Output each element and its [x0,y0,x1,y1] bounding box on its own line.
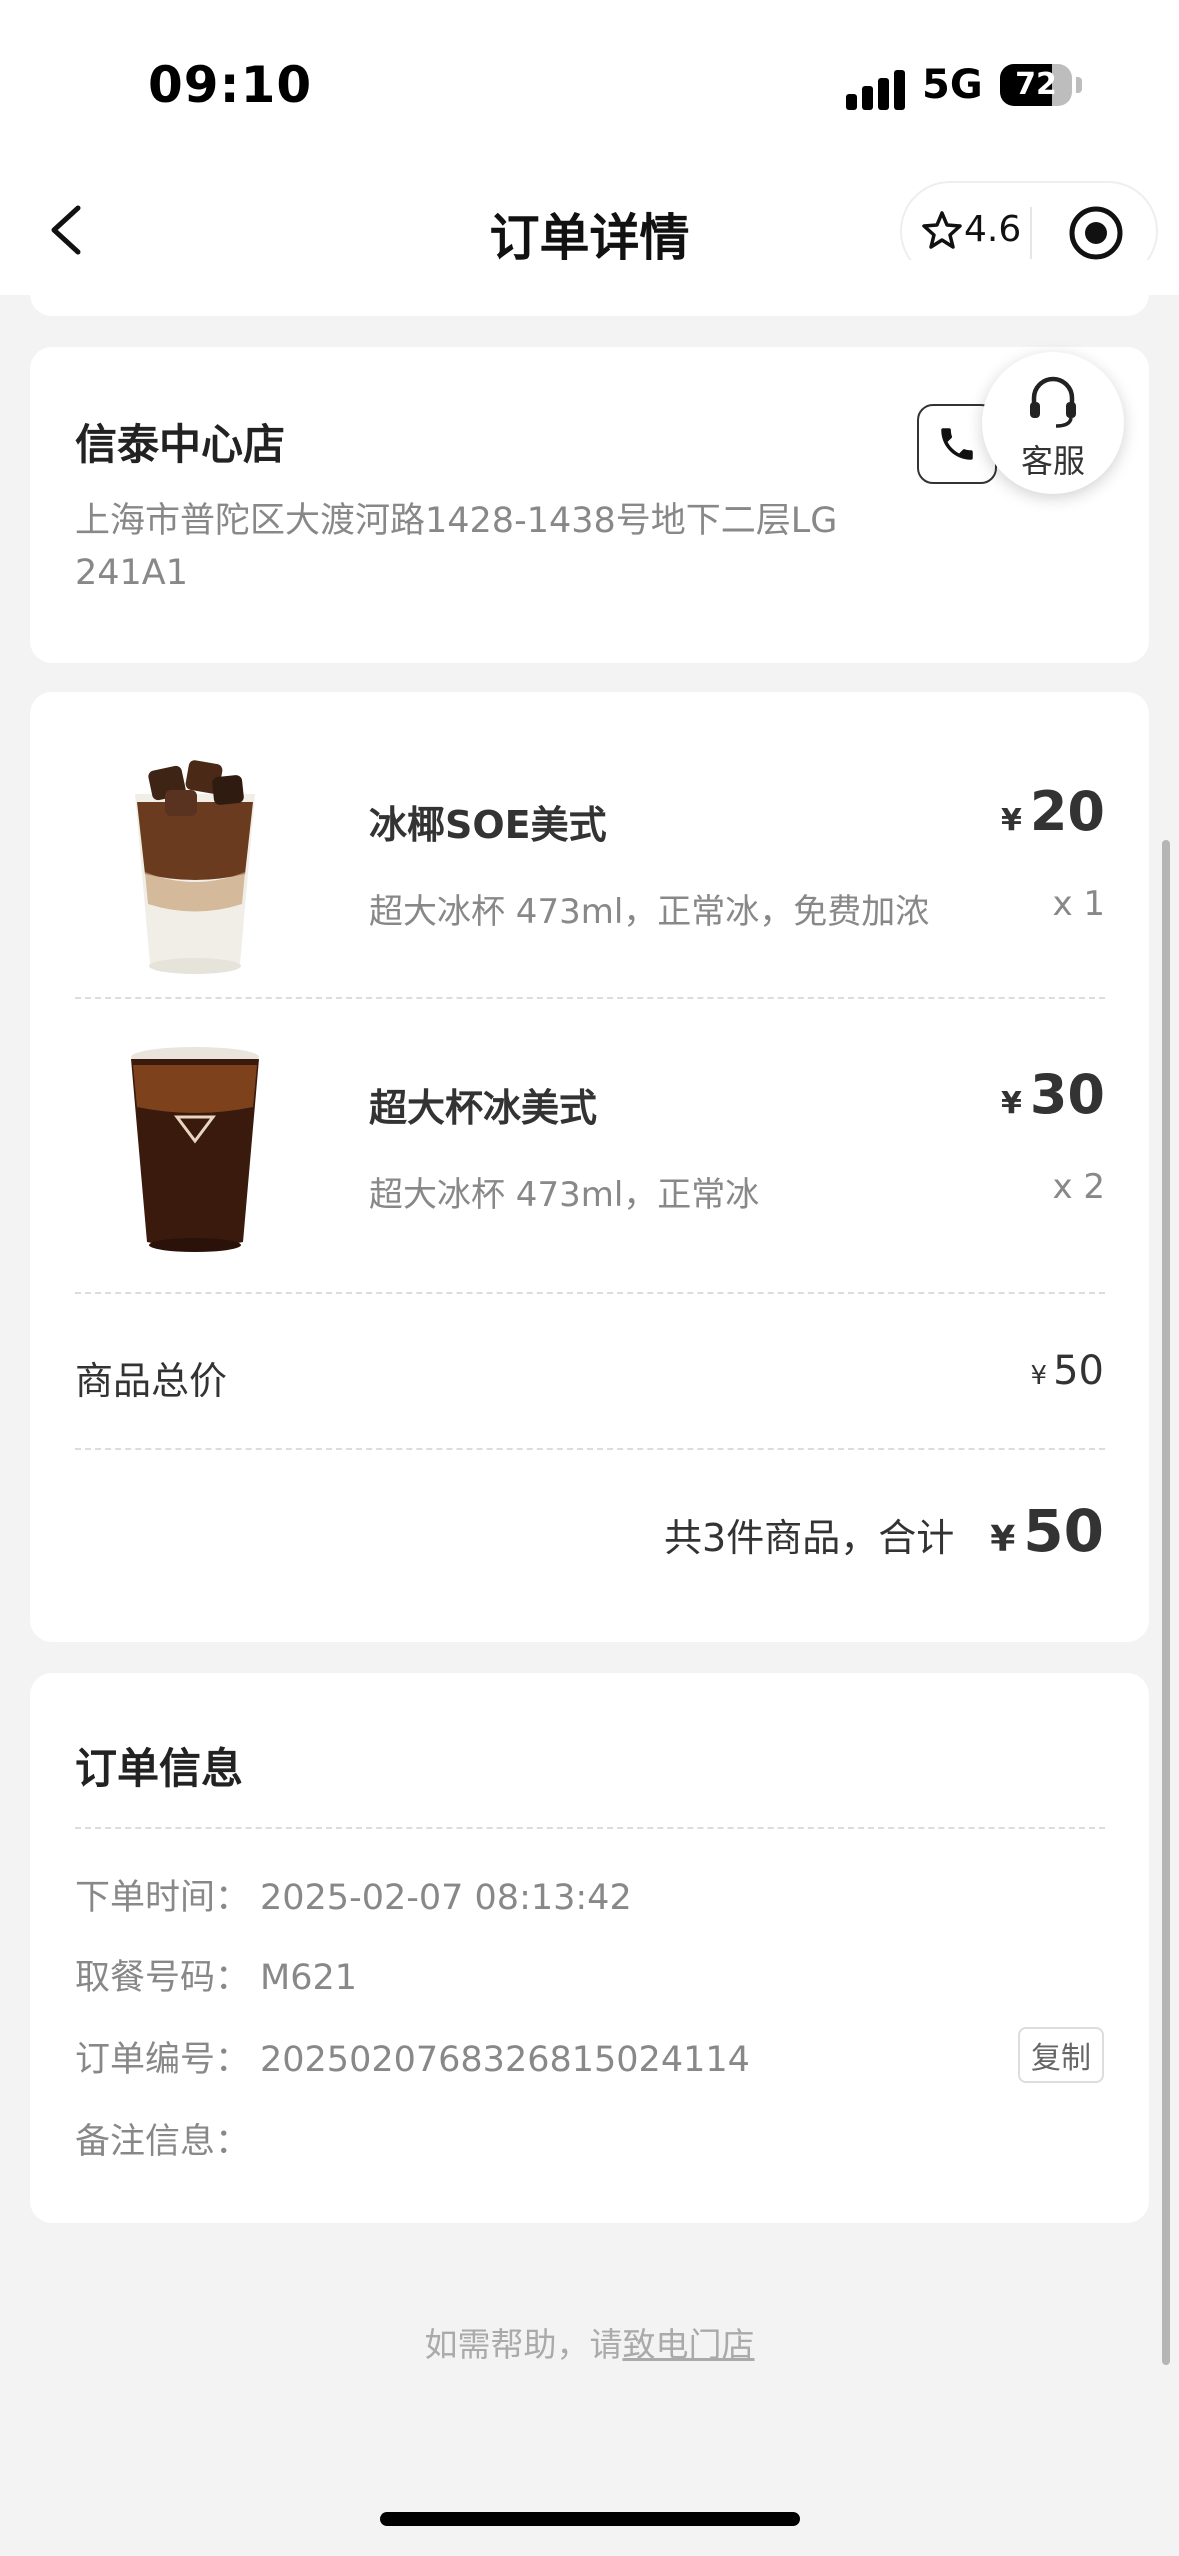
info-label: 订单编号： [75,2040,251,2080]
currency-symbol: ¥ [1030,1361,1048,1391]
item-price-value: 20 [1029,780,1105,843]
phone-icon [941,428,973,460]
item-options: 超大冰杯 473ml，正常冰，免费加浓 [369,892,930,932]
total-row: 共3件商品，合计 ¥ 50 [664,1497,1104,1565]
star-icon[interactable] [922,210,962,250]
remarks-row: 备注信息： [75,2113,260,2164]
order-number-value: 2025020768326815024114 [260,2040,750,2080]
copy-order-number-button[interactable]: 复制 [1018,2027,1104,2083]
network-type: 5G [922,62,983,108]
capsule-divider [1030,207,1032,259]
divider [75,1827,1105,1829]
order-item[interactable]: 超大杯冰美式 ¥30 超大冰杯 473ml，正常冰 x 2 [75,1037,1105,1297]
battery-level: 72 [1015,67,1057,102]
subtotal-value: ¥50 [1031,1348,1104,1394]
help-text: 如需帮助，请致电门店 [0,2318,1179,2366]
battery-icon: 72 [1000,64,1072,106]
item-name: 冰椰SOE美式 [369,803,607,847]
customer-service-label: 客服 [1020,442,1085,480]
item-price: ¥20 [1001,780,1105,843]
pickup-code-value: M621 [260,1958,358,1998]
currency-symbol: ¥ [1000,1086,1022,1121]
order-items-card: 冰椰SOE美式 ¥20 超大冰杯 473ml，正常冰，免费加浓 x 1 超大杯冰… [30,692,1149,1642]
store-name: 信泰中心店 [75,420,286,469]
item-quantity: x 1 [1052,884,1105,924]
order-time-value: 2025-02-07 08:13:42 [260,1878,632,1918]
item-price: ¥30 [1001,1063,1105,1126]
subtotal-label: 商品总价 [75,1359,228,1403]
battery-cap [1076,77,1082,93]
headset-icon [1030,376,1076,428]
target-icon[interactable] [1068,205,1124,261]
order-item[interactable]: 冰椰SOE美式 ¥20 超大冰杯 473ml，正常冰，免费加浓 x 1 [75,754,1105,1014]
help-prefix: 如需帮助，请 [424,2325,623,2364]
divider [75,1448,1105,1450]
currency-symbol: ¥ [1000,803,1022,838]
item-price-value: 30 [1029,1063,1105,1126]
total-amount: 50 [1023,1497,1104,1565]
store-card: 信泰中心店 上海市普陀区大渡河路1428-1438号地下二层LG 241A1 [30,347,1149,663]
info-label: 备注信息： [75,2122,251,2162]
signal-icon [846,66,905,110]
status-bar: 09:10 5G 72 [0,0,1179,170]
order-time-row: 下单时间： 2025-02-07 08:13:42 [75,1869,632,1920]
subtotal-amount: 50 [1053,1348,1104,1394]
store-address: 上海市普陀区大渡河路1428-1438号地下二层LG 241A1 [75,501,838,593]
total-label: 共3件商品，合计 [664,1516,955,1560]
item-quantity: x 2 [1052,1167,1105,1207]
rating-value: 4.6 [964,209,1022,250]
info-label: 取餐号码： [75,1958,251,1998]
item-name: 超大杯冰美式 [369,1086,598,1130]
info-label: 下单时间： [75,1878,251,1918]
scrollbar[interactable] [1162,840,1170,2365]
pickup-code-row: 取餐号码： M621 [75,1949,357,2000]
customer-service-button[interactable]: 客服 [982,352,1124,494]
status-time: 09:10 [148,56,313,114]
order-number-row: 订单编号： 2025020768326815024114 [75,2031,750,2082]
drink-image [131,1047,259,1252]
divider [75,997,1105,999]
order-info-title: 订单信息 [75,1744,244,1793]
call-store-link[interactable]: 致电门店 [623,2325,755,2364]
drink-image [135,760,255,974]
home-indicator[interactable] [380,2512,800,2526]
divider [75,1292,1105,1294]
currency-symbol: ¥ [990,1519,1016,1560]
order-info-card: 订单信息 下单时间： 2025-02-07 08:13:42 取餐号码： M621 … [30,1673,1149,2223]
previous-card [30,260,1149,316]
item-options: 超大冰杯 473ml，正常冰 [369,1175,760,1215]
